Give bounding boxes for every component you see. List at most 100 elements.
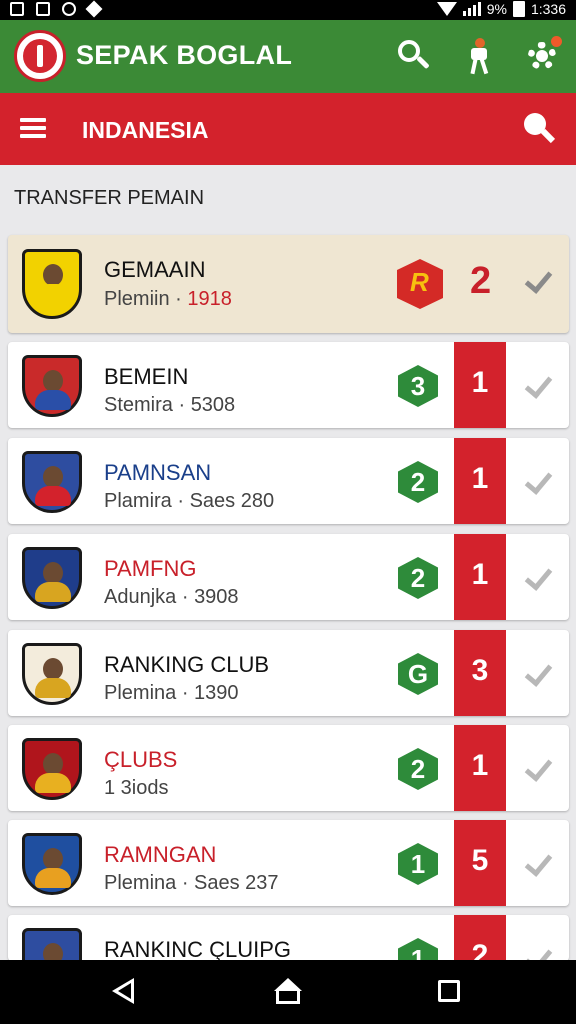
rank-box: 3 — [454, 630, 506, 716]
check-icon[interactable] — [522, 564, 552, 594]
list-item[interactable]: ÇLUBS 1 3iods 2 1 — [8, 725, 569, 811]
club-logo-icon — [397, 259, 443, 309]
item-meta: Plemina · 1390 — [104, 682, 239, 705]
item-meta-label: Plemina · Saes — [104, 872, 246, 894]
item-meta-value: 1918 — [187, 288, 232, 310]
level-badge: 2 — [398, 461, 438, 503]
app-bar: SEPAK BOGLAL — [0, 20, 576, 93]
item-meta-label: Plamira · Saes — [104, 490, 241, 512]
region-title: INDANESIA — [82, 117, 209, 143]
item-meta-label: Plemiin · — [104, 288, 188, 310]
level-badge: 2 — [398, 557, 438, 599]
rank-box: 1 — [454, 342, 506, 428]
item-name: ÇLUBS — [104, 747, 178, 772]
item-meta-label: Plemina · — [104, 682, 195, 704]
rank-number: 1 — [471, 462, 489, 495]
rank-box: 5 — [454, 820, 506, 906]
check-icon[interactable] — [522, 660, 552, 690]
recent-apps-icon[interactable] — [438, 980, 460, 1002]
rank-number: 1 — [471, 558, 489, 591]
nav-bar — [0, 960, 576, 1024]
list-item[interactable]: PAMNSAN Plamira · Saes 280 2 1 — [8, 438, 569, 524]
item-meta-label: 1 3iods — [104, 777, 169, 799]
status-icons-left — [10, 0, 103, 18]
item-name: RANKINC ÇLUIPG — [104, 937, 292, 961]
search-icon[interactable] — [394, 36, 434, 76]
item-meta-value: 5308 — [190, 394, 236, 416]
item-meta-value: 237 — [245, 872, 279, 894]
club-crest-icon — [22, 547, 82, 609]
check-icon[interactable] — [522, 755, 552, 785]
item-name: RANKING CLUB — [104, 652, 270, 677]
item-meta-value: 1390 — [194, 682, 239, 704]
app-title: SEPAK BOGLAL — [76, 40, 293, 70]
item-name: PAMFNG — [104, 556, 197, 581]
club-crest-icon — [22, 928, 82, 961]
clock: 1:336 — [530, 1, 566, 17]
notification-icon — [10, 2, 24, 16]
item-meta: Stemira · 5308 — [104, 394, 235, 417]
battery-percent: 9% — [486, 1, 507, 17]
club-crest-icon — [22, 249, 82, 319]
rank-number: 2 — [470, 260, 492, 302]
rank-number: 1 — [471, 366, 489, 399]
status-icons-right: 9% 1:336 — [436, 1, 566, 17]
list-item[interactable]: RANKINC ÇLUIPG 1 2 — [8, 915, 569, 961]
rank-box: 1 — [454, 534, 506, 620]
app-icon — [62, 2, 76, 16]
search-icon[interactable] — [522, 111, 556, 145]
item-meta: Adunjka · 3908 — [104, 586, 239, 609]
check-icon[interactable] — [522, 945, 552, 961]
check-icon[interactable] — [522, 372, 552, 402]
check-icon[interactable] — [522, 468, 552, 498]
item-meta: 1 3iods — [104, 777, 169, 800]
rank-number: 5 — [471, 844, 489, 877]
level-badge: G — [398, 653, 438, 695]
image-icon — [36, 2, 50, 16]
wifi-icon — [436, 2, 457, 16]
item-meta-label: Stemira · — [104, 394, 191, 416]
item-meta: Plemiin · 1918 — [104, 288, 232, 311]
level-badge: 1 — [398, 938, 438, 961]
menu-icon[interactable] — [20, 118, 46, 138]
item-name: RAMNGAN — [104, 842, 217, 867]
club-crest-icon — [22, 355, 82, 417]
list-item[interactable]: RANKING CLUB Plemina · 1390 G 3 — [8, 630, 569, 716]
item-meta: Plamira · Saes 280 — [104, 490, 274, 513]
list-item[interactable]: PAMFNG Adunjka · 3908 2 1 — [8, 534, 569, 620]
rank-number: 3 — [471, 654, 489, 687]
list-item[interactable]: BEMEIN Stemira · 5308 3 1 — [8, 342, 569, 428]
item-name: GEMAAIN — [104, 257, 206, 282]
item-meta-value: 3908 — [194, 586, 239, 608]
battery-icon — [512, 1, 525, 17]
level-badge: 2 — [398, 748, 438, 790]
club-crest-icon — [22, 833, 82, 895]
section-title: TRANSFER PEMAIN — [14, 187, 205, 209]
rank-number: 1 — [471, 749, 489, 782]
rank-number: 2 — [471, 939, 489, 961]
signal-icon — [462, 2, 481, 16]
location-icon — [85, 0, 103, 18]
rank-box: 2 — [454, 915, 506, 961]
status-bar: 9% 1:336 — [0, 0, 576, 20]
player-icon[interactable] — [460, 36, 500, 76]
check-icon[interactable] — [522, 267, 552, 297]
item-meta-label: Adunjka · — [104, 586, 195, 608]
club-crest-icon — [22, 643, 82, 705]
item-name: PAMNSAN — [104, 460, 212, 485]
gear-icon[interactable] — [522, 36, 562, 76]
list-item[interactable]: RAMNGAN Plemina · Saes 237 1 5 — [8, 820, 569, 906]
back-icon[interactable] — [112, 978, 134, 1004]
item-name: BEMEIN — [104, 364, 189, 389]
list-item[interactable]: GEMAAIN Plemiin · 1918 2 — [8, 235, 569, 333]
level-badge: 3 — [398, 365, 438, 407]
level-badge: 1 — [398, 843, 438, 885]
item-meta-value: 280 — [240, 490, 275, 512]
rank-box: 1 — [454, 725, 506, 811]
home-icon[interactable] — [274, 978, 302, 1006]
logo-icon — [14, 30, 66, 82]
check-icon[interactable] — [522, 850, 552, 880]
item-meta: Plemina · Saes 237 — [104, 872, 279, 895]
region-bar: INDANESIA — [0, 93, 576, 165]
club-crest-icon — [22, 451, 82, 513]
